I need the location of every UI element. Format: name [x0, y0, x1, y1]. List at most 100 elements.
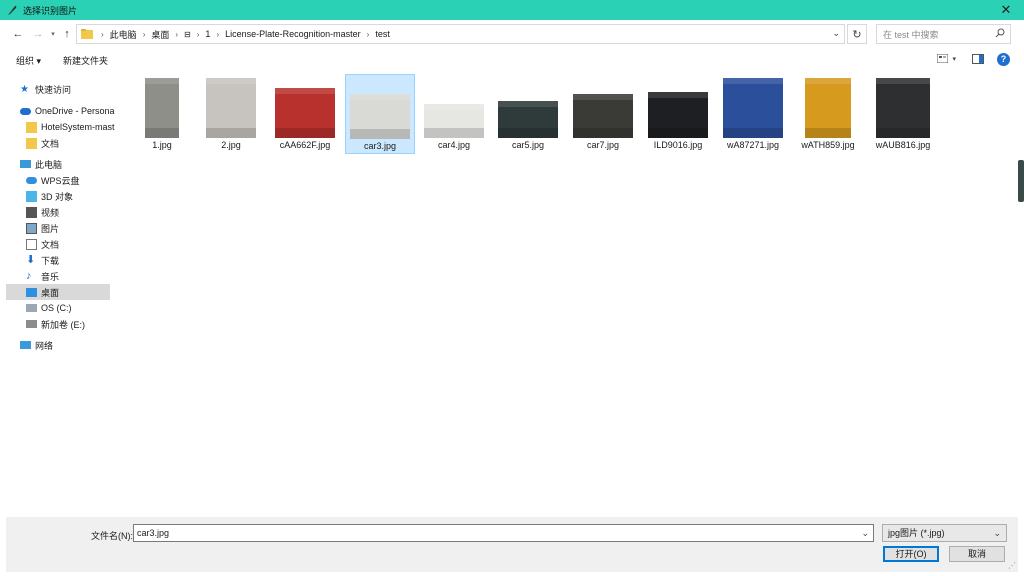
file-item[interactable]: car4.jpg	[419, 74, 489, 154]
search-input[interactable]: 在 test 中搜索	[876, 24, 1011, 44]
image-thumbnail	[350, 94, 410, 139]
sidebar-item-desktop[interactable]: 桌面	[6, 284, 110, 300]
chevron-down-icon[interactable]: ⌄	[861, 525, 869, 541]
sidebar-item-label: HotelSystem-mast	[41, 122, 115, 132]
arrow-left-icon: ←	[12, 28, 24, 40]
file-item[interactable]: car5.jpg	[493, 74, 563, 154]
view-icon	[937, 54, 949, 63]
cancel-button[interactable]: 取消	[949, 546, 1005, 562]
side-panel-handle[interactable]	[1018, 160, 1024, 202]
picture-icon	[26, 222, 37, 234]
sidebar-item-network[interactable]: 网络	[20, 337, 124, 353]
file-item[interactable]: 1.jpg	[127, 74, 197, 154]
sidebar-item-onedrive[interactable]: OneDrive - Persona	[20, 103, 124, 119]
image-thumbnail	[805, 78, 851, 138]
file-name: car5.jpg	[511, 140, 545, 150]
file-item[interactable]: wATH859.jpg	[793, 74, 863, 154]
file-item[interactable]: ILD9016.jpg	[643, 74, 713, 154]
sidebar-item-hotelsystem[interactable]: HotelSystem-mast	[26, 119, 130, 135]
sidebar-item-this-pc[interactable]: 此电脑	[20, 156, 124, 172]
image-thumbnail	[876, 78, 930, 138]
folder-icon	[26, 137, 37, 149]
sidebar-item-label: 音乐	[41, 271, 60, 282]
image-thumbnail	[498, 101, 558, 138]
new-folder-button[interactable]: 新建文件夹	[63, 54, 108, 67]
video-icon	[26, 206, 37, 218]
address-row: ← → ▾ ↑ › 此电脑 › 桌面 › ⊟ › 1 › License-Pla…	[0, 20, 1024, 48]
user-folder-icon[interactable]: ⊟	[184, 30, 191, 39]
arrow-right-icon: →	[32, 28, 44, 40]
image-thumbnail	[145, 78, 179, 138]
music-icon: ♪	[26, 269, 32, 282]
image-thumbnail	[424, 104, 484, 138]
breadcrumb-item[interactable]: 1	[205, 29, 210, 39]
help-icon[interactable]: ?	[997, 53, 1010, 66]
sidebar-item-music[interactable]: ♪ 音乐	[26, 268, 130, 284]
filename-field[interactable]: car3.jpg ⌄	[133, 524, 874, 542]
change-view-button[interactable]: ▾	[937, 54, 956, 63]
file-name: 1.jpg	[152, 140, 172, 150]
network-icon	[20, 341, 31, 349]
breadcrumb-item[interactable]: License-Plate-Recognition-master	[225, 29, 361, 39]
file-name: car4.jpg	[437, 140, 471, 150]
sidebar-item-wps-cloud[interactable]: WPS云盘	[26, 172, 130, 188]
organize-button[interactable]: 组织 ▾	[16, 54, 41, 67]
forward-button[interactable]: →	[30, 26, 46, 42]
chevron-right-icon: ›	[216, 29, 220, 39]
refresh-button[interactable]: ↻	[847, 24, 867, 44]
address-bar[interactable]: › 此电脑 › 桌面 › ⊟ › 1 › License-Plate-Recog…	[76, 24, 845, 44]
file-name: wATH859.jpg	[801, 140, 855, 150]
sidebar-item-label: OS (C:)	[41, 303, 72, 313]
sidebar-item-drive-e[interactable]: 新加卷 (E:)	[26, 316, 130, 332]
breadcrumb-item[interactable]: 桌面	[151, 28, 169, 41]
filename-label: 文件名(N):	[91, 531, 133, 541]
sidebar-item-drive-c[interactable]: OS (C:)	[26, 300, 130, 316]
breadcrumb-item[interactable]: 此电脑	[110, 28, 137, 41]
sidebar-item-label: 桌面	[41, 287, 60, 298]
sidebar-item-documents-onedrive[interactable]: 文档	[26, 135, 130, 151]
sidebar-item-downloads[interactable]: ⬇ 下载	[26, 252, 130, 268]
sidebar-item-3d-objects[interactable]: 3D 对象	[26, 188, 130, 204]
sidebar-item-label: 视频	[41, 207, 60, 218]
chevron-right-icon: ›	[142, 29, 146, 39]
command-bar: 组织 ▾ 新建文件夹 ▾ ?	[0, 50, 1024, 70]
folder-icon	[81, 29, 93, 39]
image-thumbnail	[648, 92, 708, 138]
preview-pane-icon[interactable]	[972, 54, 984, 64]
file-name: wAUB816.jpg	[875, 140, 931, 150]
sidebar-item-documents[interactable]: 文档	[26, 236, 130, 252]
computer-icon	[20, 160, 31, 168]
sidebar-item-label: 快速访问	[35, 84, 72, 95]
file-name: ILD9016.jpg	[653, 140, 703, 150]
sidebar-item-label: 新加卷 (E:)	[41, 319, 85, 330]
file-item[interactable]: cAA662F.jpg	[270, 74, 340, 154]
file-item[interactable]: wAUB816.jpg	[868, 74, 938, 154]
sidebar-item-quick-access[interactable]: ★ 快速访问	[20, 81, 124, 97]
file-item[interactable]: car7.jpg	[568, 74, 638, 154]
chevron-down-icon[interactable]: ⌄	[832, 28, 840, 39]
breadcrumb-item[interactable]: test	[375, 29, 390, 39]
sidebar-item-label: 3D 对象	[41, 191, 74, 202]
sidebar-item-label: 图片	[41, 223, 60, 234]
file-item[interactable]: car3.jpg	[345, 74, 415, 154]
chevron-right-icon: ›	[101, 29, 104, 39]
file-item[interactable]: wA87271.jpg	[718, 74, 788, 154]
dialog-footer: 文件名(N): car3.jpg ⌄ jpg图片 (*.jpg) ⌄ 打开(O)…	[6, 517, 1018, 572]
image-thumbnail	[723, 78, 783, 138]
back-button[interactable]: ←	[10, 26, 26, 42]
sidebar-item-pictures[interactable]: 图片	[26, 220, 130, 236]
up-button[interactable]: ↑	[59, 26, 75, 42]
file-name: 2.jpg	[221, 140, 241, 150]
open-button[interactable]: 打开(O)	[883, 546, 939, 562]
file-type-select[interactable]: jpg图片 (*.jpg) ⌄	[882, 524, 1007, 542]
file-item[interactable]: 2.jpg	[196, 74, 266, 154]
star-icon: ★	[20, 83, 29, 95]
filename-value: car3.jpg	[137, 528, 170, 538]
image-thumbnail	[275, 88, 335, 138]
feather-icon	[8, 5, 17, 15]
search-placeholder: 在 test 中搜索	[883, 29, 939, 40]
close-button[interactable]: ✕	[998, 2, 1014, 18]
sidebar-item-videos[interactable]: 视频	[26, 204, 130, 220]
sidebar-item-label: 下载	[41, 255, 60, 266]
resize-grip-icon[interactable]: ⋰	[1008, 561, 1016, 570]
